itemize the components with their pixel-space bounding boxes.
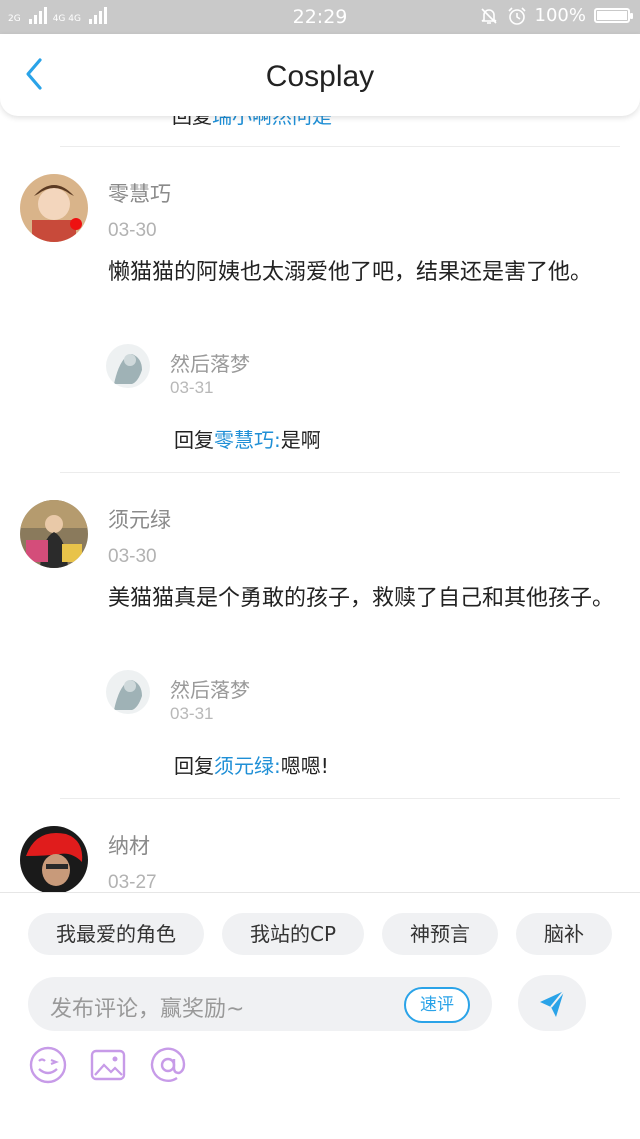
battery-text: 100% — [534, 5, 586, 26]
divider — [60, 472, 620, 473]
comment-input[interactable]: 发布评论，赢奖励~ 速评 — [28, 977, 492, 1031]
reply-date: 03-31 — [170, 378, 214, 397]
send-icon — [540, 990, 565, 1017]
avatar[interactable] — [20, 826, 88, 892]
reply-text: 回复零慧巧:是啊 — [174, 424, 321, 453]
comment-list[interactable]: 回复瑞小啊然问是 零慧巧 03-30 懒猫猫的阿姨也太溺爱他了吧，结果还是害了他… — [0, 116, 640, 892]
comment-date: 03-30 — [108, 220, 157, 241]
mute-bell-icon — [480, 7, 497, 24]
comment-date: 03-30 — [108, 546, 157, 567]
send-button[interactable] — [518, 975, 586, 1031]
reply-avatar[interactable] — [106, 344, 150, 388]
comment-text: 懒猫猫的阿姨也太溺爱他了吧，结果还是害了他。 — [108, 260, 593, 285]
reply-prefix: 回复 — [174, 754, 214, 778]
reply-body: 嗯嗯! — [280, 754, 329, 778]
reply-to-user[interactable]: 瑞小啊然问是 — [212, 116, 332, 128]
topic-chips: 我最爱的角色 我站的CP 神预言 脑补 — [28, 913, 613, 955]
comment-author[interactable]: 纳材 — [108, 830, 150, 860]
reply-author[interactable]: 然后落梦 — [170, 674, 250, 703]
chip-imagine[interactable]: 脑补 — [516, 913, 613, 955]
avatar[interactable] — [20, 500, 88, 568]
divider — [60, 146, 620, 147]
comment-text: 美猫猫真是个勇敢的孩子，救赎了自己和其他孩子。 — [108, 586, 615, 611]
comment-author[interactable]: 须元绿 — [108, 504, 171, 534]
page-title: Cosplay — [265, 60, 375, 93]
reply-to-user[interactable]: 须元绿: — [214, 754, 281, 778]
avatar[interactable] — [20, 174, 88, 242]
composer-tools — [28, 1045, 188, 1085]
reply-text: 回复须元绿:嗯嗯! — [174, 750, 329, 779]
reply-prefix: 回复 — [174, 428, 214, 452]
quick-review-button[interactable]: 速评 — [404, 987, 470, 1023]
comment-composer: 我最爱的角色 我站的CP 神预言 脑补 发布评论，赢奖励~ 速评 — [0, 892, 640, 1139]
alarm-icon — [507, 6, 526, 25]
at-icon[interactable] — [148, 1045, 188, 1085]
emoji-icon[interactable] — [28, 1045, 68, 1085]
reply-prefix: 回复 — [172, 116, 212, 128]
chip-cp[interactable]: 我站的CP — [222, 913, 365, 955]
chip-favorite-character[interactable]: 我最爱的角色 — [28, 913, 204, 955]
comment-placeholder: 发布评论，赢奖励~ — [50, 997, 245, 1022]
reply-avatar[interactable] — [106, 670, 150, 714]
reply-body: 是啊 — [280, 428, 321, 452]
image-icon[interactable] — [88, 1045, 128, 1085]
top-navbar: Cosplay — [0, 34, 640, 116]
comment-author[interactable]: 零慧巧 — [108, 178, 171, 208]
comment-date: 03-27 — [108, 872, 157, 892]
reply-date: 03-31 — [170, 704, 214, 723]
battery-icon — [594, 8, 633, 23]
status-right: 100% — [479, 5, 633, 26]
reply-text: 回复瑞小啊然问是 — [172, 116, 332, 129]
divider — [60, 798, 620, 799]
reply-author[interactable]: 然后落梦 — [170, 348, 250, 377]
status-bar: 2G 4G 4G 22:29 100% — [0, 0, 640, 34]
chip-prophecy[interactable]: 神预言 — [382, 913, 499, 955]
reply-to-user[interactable]: 零慧巧: — [214, 428, 281, 452]
